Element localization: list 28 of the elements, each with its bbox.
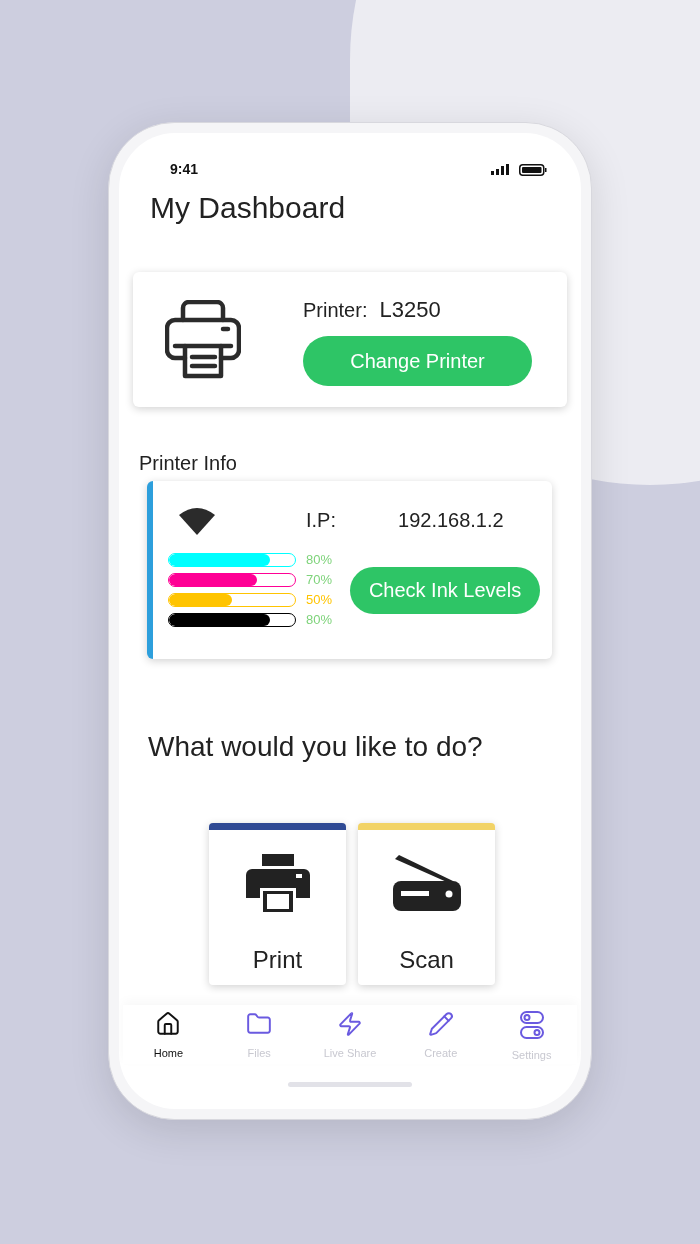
print-card[interactable]: Print: [209, 823, 346, 985]
ink-percentage: 80%: [306, 613, 333, 627]
scan-card[interactable]: Scan: [358, 823, 495, 985]
ink-percentage: 70%: [306, 573, 333, 587]
signal-icon: [491, 164, 509, 175]
printer-label: Printer:: [303, 297, 368, 323]
printer-icon: [165, 299, 241, 380]
ip-label: I.P:: [306, 508, 336, 533]
ink-percentage: 50%: [306, 593, 333, 607]
nav-tab[interactable]: Home: [128, 1011, 209, 1064]
folder-icon: [246, 1011, 273, 1037]
home-icon: [155, 1011, 182, 1037]
battery-icon: [519, 163, 547, 176]
lightning-icon: [337, 1011, 363, 1037]
scanner-icon: [392, 855, 461, 911]
question-heading: What would you like to do?: [148, 730, 484, 764]
printer-model: L3250: [379, 296, 441, 324]
wifi-icon: [178, 505, 216, 535]
printer-info-heading: Printer Info: [139, 451, 238, 475]
printer-icon: [245, 854, 310, 912]
pencil-icon: [427, 1011, 454, 1037]
status-time: 9:41: [170, 160, 199, 179]
ip-address: 192.168.1.2: [398, 508, 504, 533]
page-title: My Dashboard: [150, 190, 347, 226]
ink-percentage: 80%: [306, 553, 333, 567]
toggles-icon: [519, 1011, 544, 1039]
check-ink-levels-button[interactable]: Check Ink Levels: [350, 566, 541, 614]
change-printer-button[interactable]: Change Printer: [303, 336, 532, 386]
